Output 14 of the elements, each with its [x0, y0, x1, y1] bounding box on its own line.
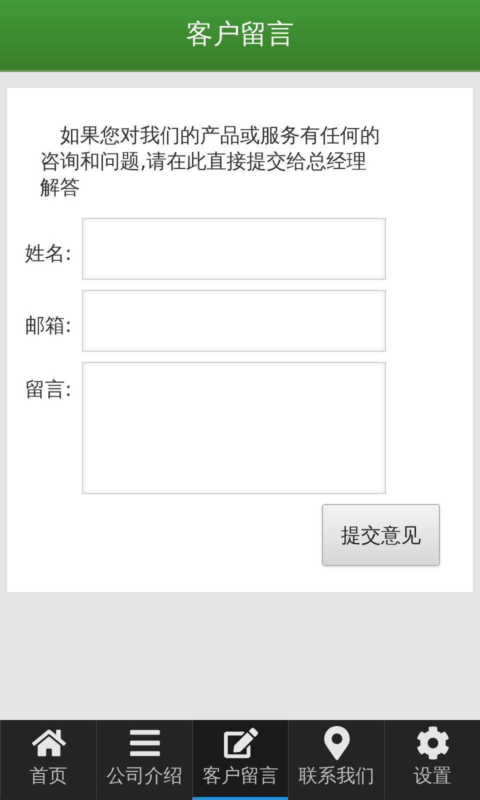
input-field[interactable]: [82, 290, 386, 352]
tab[interactable]: 客户留言: [192, 720, 288, 800]
settings-icon: [416, 726, 450, 760]
field-label: 留言:: [25, 376, 73, 403]
header-title: 客户留言: [186, 18, 294, 52]
tab[interactable]: 联系我们: [288, 720, 384, 800]
intro-text: 如果您对我们的产品或服务有任何的咨询和问题,请在此直接提交给总经理解答: [40, 122, 381, 200]
field-label: 邮箱:: [25, 312, 73, 339]
submit-button[interactable]: 提交意见: [322, 504, 440, 566]
input-field[interactable]: [82, 218, 386, 280]
message-field[interactable]: [82, 362, 386, 494]
tab[interactable]: 首页: [0, 720, 96, 800]
tab[interactable]: 设置: [384, 720, 480, 800]
field-label: 姓名:: [25, 240, 73, 267]
